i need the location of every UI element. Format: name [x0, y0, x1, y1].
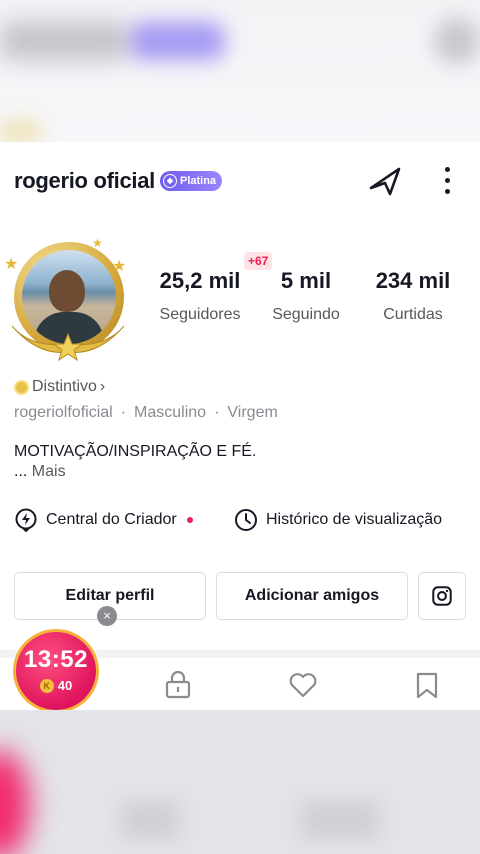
following-stat[interactable]: 5 mil Seguindo [266, 268, 346, 324]
wings-decoration-icon [11, 325, 125, 362]
star-icon: ★ [112, 258, 127, 275]
avatar[interactable]: ★ ★ ★ [4, 236, 130, 362]
meta-separator: · [120, 404, 127, 421]
badge-link-label: Distintivo [32, 378, 97, 395]
bio-text: MOTIVAÇÃO/INSPIRAÇÃO E FÉ. [14, 443, 257, 460]
heart-icon [289, 673, 317, 698]
creator-center-link[interactable]: Central do Criador [14, 508, 193, 532]
tab-liked[interactable] [288, 670, 318, 700]
notification-dot [186, 517, 193, 523]
username: rogeriolfoficial [14, 404, 113, 421]
reward-timer-widget[interactable]: 13:52 K 40 [13, 629, 99, 713]
zodiac-sign: Virgem [227, 404, 278, 421]
star-icon: ★ [4, 256, 19, 273]
likes-label: Curtidas [383, 306, 443, 323]
tier-icon: ◆ [162, 174, 177, 188]
chevron-right-icon: › [99, 378, 106, 395]
badge-icon [14, 379, 29, 395]
tab-saved[interactable] [412, 670, 442, 700]
star-icon: ★ [92, 236, 103, 250]
profile-meta: rogeriolfoficial · Masculino · Virgem [14, 404, 278, 422]
instagram-button[interactable] [418, 572, 466, 620]
more-vertical-icon[interactable] [436, 162, 458, 198]
bio-ellipsis: ... [14, 463, 28, 480]
share-arrow-icon[interactable] [366, 162, 404, 198]
bio: MOTIVAÇÃO/INSPIRAÇÃO E FÉ. ... Mais [14, 442, 256, 482]
timer-coins: K 40 [16, 678, 96, 693]
view-history-label: Histórico de visualização [266, 511, 443, 528]
profile-name: rogerio oficial [14, 168, 155, 193]
stats-row: 25,2 mil Seguidores +67 5 mil Seguindo 2… [150, 252, 470, 332]
lock-icon [165, 670, 191, 699]
quick-links: Central do Criador Histórico de visualiz… [14, 508, 474, 534]
gender: Masculino [134, 404, 207, 421]
lightning-icon [15, 508, 37, 532]
followers-label: Seguidores [159, 306, 241, 323]
badge-link[interactable]: Distintivo › [14, 378, 105, 396]
blurred-bottom-background [0, 710, 480, 854]
bio-more-link[interactable]: Mais [32, 463, 66, 480]
clock-icon [235, 509, 257, 531]
timer-time: 13:52 [24, 646, 88, 673]
bookmark-icon [416, 672, 438, 699]
meta-separator: · [214, 404, 220, 421]
profile-card: rogerio oficial ◆ Platina ★ ★ ★ 25,2 mil… [0, 142, 480, 710]
followers-count: 25,2 mil [159, 268, 241, 293]
likes-stat[interactable]: 234 mil Curtidas [368, 268, 458, 324]
blurred-top-background [0, 0, 480, 142]
creator-center-label: Central do Criador [46, 511, 177, 528]
close-icon[interactable]: × [97, 606, 117, 626]
instagram-icon [432, 586, 452, 606]
likes-count: 234 mil [375, 268, 451, 293]
followers-stat[interactable]: 25,2 mil Seguidores [150, 268, 250, 324]
coin-icon: K [39, 678, 54, 693]
tier-badge[interactable]: ◆ Platina [159, 171, 223, 191]
add-friends-button[interactable]: Adicionar amigos [216, 572, 408, 620]
following-label: Seguindo [272, 306, 340, 323]
coin-count: 40 [57, 678, 73, 693]
tier-label: Platina [179, 175, 217, 187]
view-history-link[interactable]: Histórico de visualização [234, 508, 442, 532]
tab-private[interactable] [163, 670, 193, 700]
profile-header: rogerio oficial ◆ Platina [14, 168, 223, 194]
following-count: 5 mil [280, 268, 332, 293]
